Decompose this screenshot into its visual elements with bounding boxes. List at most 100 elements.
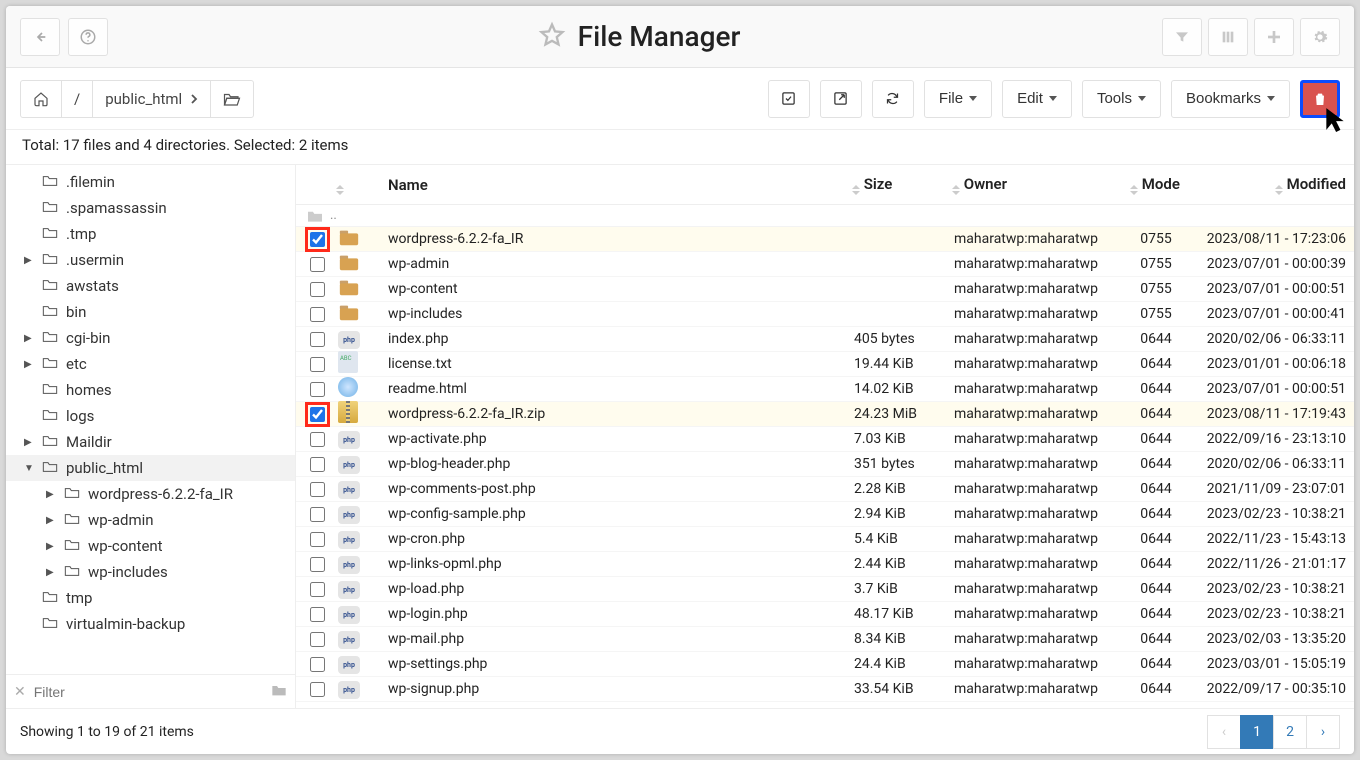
file-mode: 0644 bbox=[1126, 431, 1186, 447]
row-checkbox[interactable] bbox=[310, 232, 325, 247]
file-owner: maharatwp:maharatwp bbox=[954, 606, 1126, 622]
row-checkbox[interactable] bbox=[310, 357, 325, 372]
row-checkbox[interactable] bbox=[310, 532, 325, 547]
tree-item[interactable]: ▼public_html bbox=[6, 455, 295, 481]
tree-item[interactable]: awstats bbox=[6, 273, 295, 299]
table-row[interactable]: phpwp-signup.php33.54 KiBmaharatwp:mahar… bbox=[296, 677, 1354, 702]
table-row[interactable]: license.txt19.44 KiBmaharatwp:maharatwp0… bbox=[296, 352, 1354, 377]
table-row[interactable]: wp-adminmaharatwp:maharatwp07552023/07/0… bbox=[296, 252, 1354, 277]
table-row[interactable]: phpwp-mail.php8.34 KiBmaharatwp:maharatw… bbox=[296, 627, 1354, 652]
col-header-name[interactable]: Name bbox=[388, 176, 854, 194]
tree-item[interactable]: ▶wordpress-6.2.2-fa_IR bbox=[6, 481, 295, 507]
php-file-icon: php bbox=[338, 581, 360, 599]
bookmarks-menu[interactable]: Bookmarks bbox=[1171, 80, 1290, 118]
row-checkbox[interactable] bbox=[310, 682, 325, 697]
table-row[interactable]: wordpress-6.2.2-fa_IRmaharatwp:maharatwp… bbox=[296, 227, 1354, 252]
col-header-modified[interactable]: Modified bbox=[1186, 175, 1354, 195]
star-icon[interactable] bbox=[538, 21, 566, 53]
table-row[interactable]: readme.html14.02 KiBmaharatwp:maharatwp0… bbox=[296, 377, 1354, 402]
tree-item[interactable]: homes bbox=[6, 377, 295, 403]
file-mode: 0644 bbox=[1126, 456, 1186, 472]
row-checkbox[interactable] bbox=[310, 282, 325, 297]
delete-button[interactable] bbox=[1300, 80, 1340, 118]
sort-indicator-icon[interactable] bbox=[336, 185, 344, 195]
tree-filter-input[interactable] bbox=[34, 684, 263, 700]
row-checkbox[interactable] bbox=[310, 582, 325, 597]
row-checkbox[interactable] bbox=[310, 382, 325, 397]
table-row[interactable]: phpwp-links-opml.php2.44 KiBmaharatwp:ma… bbox=[296, 552, 1354, 577]
page-next[interactable]: › bbox=[1306, 715, 1340, 749]
breadcrumb-segment[interactable]: public_html bbox=[92, 81, 209, 117]
share-button[interactable] bbox=[820, 80, 862, 118]
table-row[interactable]: phpindex.php405 bytesmaharatwp:maharatwp… bbox=[296, 327, 1354, 352]
tree-item[interactable]: .filemin bbox=[6, 169, 295, 195]
row-checkbox[interactable] bbox=[310, 432, 325, 447]
row-checkbox[interactable] bbox=[310, 257, 325, 272]
file-modified: 2023/02/23 - 10:38:21 bbox=[1186, 506, 1354, 522]
settings-icon-button[interactable] bbox=[1300, 18, 1340, 56]
tree-item[interactable]: ▶Maildir bbox=[6, 429, 295, 455]
row-checkbox[interactable] bbox=[310, 557, 325, 572]
col-header-owner[interactable]: Owner bbox=[954, 175, 1126, 195]
filter-icon-button[interactable] bbox=[1162, 18, 1202, 56]
tree-item-label: awstats bbox=[66, 277, 119, 295]
row-checkbox[interactable] bbox=[310, 307, 325, 322]
row-checkbox[interactable] bbox=[310, 507, 325, 522]
tree-item[interactable]: ▶wp-admin bbox=[6, 507, 295, 533]
breadcrumb-home[interactable] bbox=[21, 81, 61, 117]
table-row[interactable]: phpwp-blog-header.php351 bytesmaharatwp:… bbox=[296, 452, 1354, 477]
tree-item[interactable]: ▶wp-includes bbox=[6, 559, 295, 585]
select-all-button[interactable] bbox=[768, 80, 810, 118]
edit-menu[interactable]: Edit bbox=[1002, 80, 1072, 118]
tree-item[interactable]: virtualmin-backup bbox=[6, 611, 295, 637]
col-header-size[interactable]: Size bbox=[854, 175, 954, 195]
table-row[interactable]: phpwp-comments-post.php2.28 KiBmaharatwp… bbox=[296, 477, 1354, 502]
row-checkbox[interactable] bbox=[310, 657, 325, 672]
table-row[interactable]: phpwp-settings.php24.4 KiBmaharatwp:maha… bbox=[296, 652, 1354, 677]
close-icon[interactable]: ✕ bbox=[14, 684, 26, 700]
breadcrumb-open-folder[interactable] bbox=[210, 81, 253, 117]
tree-item[interactable]: bin bbox=[6, 299, 295, 325]
tools-menu[interactable]: Tools bbox=[1082, 80, 1161, 118]
row-checkbox[interactable] bbox=[310, 482, 325, 497]
table-row[interactable]: wordpress-6.2.2-fa_IR.zip24.23 MiBmahara… bbox=[296, 402, 1354, 427]
plus-icon bbox=[1266, 29, 1282, 45]
page-prev[interactable]: ‹ bbox=[1207, 715, 1241, 749]
tree-item[interactable]: .tmp bbox=[6, 221, 295, 247]
file-name: wp-includes bbox=[388, 306, 854, 322]
tree-item[interactable]: ▶wp-content bbox=[6, 533, 295, 559]
col-header-mode[interactable]: Mode bbox=[1126, 175, 1186, 195]
tree-item[interactable]: tmp bbox=[6, 585, 295, 611]
table-row[interactable]: phpwp-cron.php5.4 KiBmaharatwp:maharatwp… bbox=[296, 527, 1354, 552]
row-checkbox[interactable] bbox=[310, 332, 325, 347]
row-checkbox[interactable] bbox=[310, 407, 325, 422]
table-row[interactable]: phpwp-activate.php7.03 KiBmaharatwp:maha… bbox=[296, 427, 1354, 452]
columns-icon-button[interactable] bbox=[1208, 18, 1248, 56]
back-button[interactable] bbox=[20, 18, 60, 56]
table-row[interactable]: wp-contentmaharatwp:maharatwp07552023/07… bbox=[296, 277, 1354, 302]
refresh-button[interactable] bbox=[872, 80, 914, 118]
tree-item[interactable]: logs bbox=[6, 403, 295, 429]
table-row[interactable]: phpwp-load.php3.7 KiBmaharatwp:maharatwp… bbox=[296, 577, 1354, 602]
row-checkbox[interactable] bbox=[310, 632, 325, 647]
table-row[interactable]: wp-includesmaharatwp:maharatwp07552023/0… bbox=[296, 302, 1354, 327]
table-row[interactable]: phpwp-config-sample.php2.94 KiBmaharatwp… bbox=[296, 502, 1354, 527]
row-checkbox[interactable] bbox=[310, 607, 325, 622]
tree-item[interactable]: ▶etc bbox=[6, 351, 295, 377]
tree-item[interactable]: ▶.usermin bbox=[6, 247, 295, 273]
tree-item[interactable]: ▶cgi-bin bbox=[6, 325, 295, 351]
parent-dir-row[interactable]: .. bbox=[296, 205, 1354, 227]
php-file-icon: php bbox=[338, 656, 360, 674]
help-button[interactable] bbox=[68, 18, 108, 56]
pager: ‹ 1 2 › bbox=[1208, 715, 1340, 749]
file-name: wp-links-opml.php bbox=[388, 556, 854, 572]
table-row[interactable]: phpwp-login.php48.17 KiBmaharatwp:mahara… bbox=[296, 602, 1354, 627]
page-2[interactable]: 2 bbox=[1273, 715, 1307, 749]
add-icon-button[interactable] bbox=[1254, 18, 1294, 56]
page-1[interactable]: 1 bbox=[1240, 715, 1274, 749]
folder-icon[interactable] bbox=[271, 683, 287, 701]
file-size: 2.28 KiB bbox=[854, 481, 954, 497]
row-checkbox[interactable] bbox=[310, 457, 325, 472]
file-menu[interactable]: File bbox=[924, 80, 992, 118]
tree-item[interactable]: .spamassassin bbox=[6, 195, 295, 221]
